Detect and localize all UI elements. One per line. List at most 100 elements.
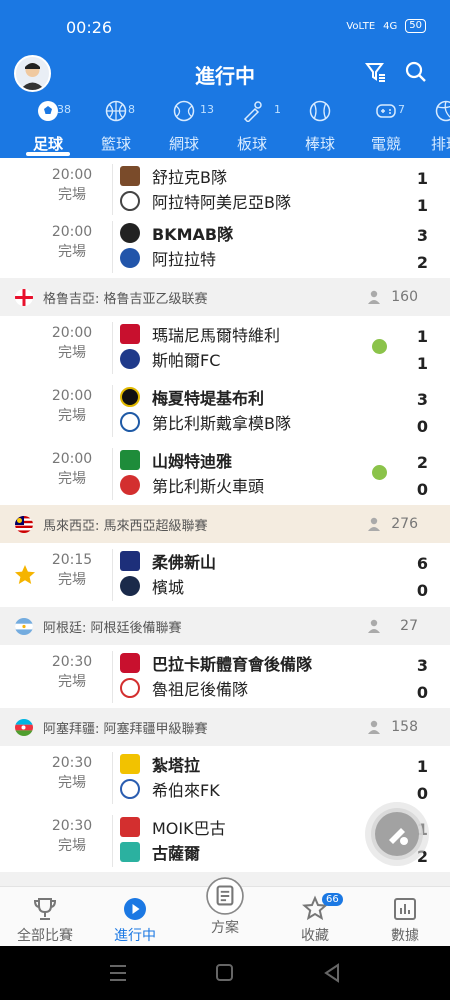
back-icon xyxy=(326,965,338,981)
match-row[interactable]: 20:00 完場 舒拉克B隊 阿拉特阿美尼亞B隊 1 1 xyxy=(0,158,450,222)
match-time: 20:00 xyxy=(48,165,96,185)
tab-esports[interactable]: 7 電競 xyxy=(352,100,420,154)
team-name: 斯帕爾FC xyxy=(152,347,220,371)
team-logo xyxy=(120,754,140,774)
tab-volleyball[interactable]: 排球 xyxy=(412,100,450,154)
divider xyxy=(112,651,113,703)
teams: 山姆特迪雅 第比利斯火車頭 xyxy=(120,442,380,498)
match-row[interactable]: 20:30 完場 紮塔拉 希伯來FK 1 0 xyxy=(0,746,450,810)
match-row[interactable]: 20:30 完場 巴拉卡斯體育會後備隊 魯祖尼後備隊 3 0 xyxy=(0,645,450,709)
georgia-flag-icon xyxy=(15,289,33,306)
nav-favorites[interactable]: 66 收藏 xyxy=(270,887,360,947)
home-score: 3 xyxy=(417,386,428,413)
home-team: MOIK巴古 xyxy=(120,813,380,840)
match-row[interactable]: 20:15 完場 柔佛新山 檳城 6 0 xyxy=(0,543,450,608)
league-name: 格鲁吉亞: 格鲁吉亚乙级联赛 xyxy=(43,288,208,307)
league-header[interactable]: 阿根廷: 阿根廷後備聯賽 27 xyxy=(0,607,450,645)
match-status: 完場 xyxy=(48,343,96,363)
league-header[interactable]: 馬來西亞: 馬來西亞超級聯賽 276 xyxy=(0,505,450,543)
away-team: 希伯來FK xyxy=(120,775,380,802)
nav-label: 進行中 xyxy=(90,925,180,945)
away-score: 2 xyxy=(417,249,428,276)
team-name: 柔佛新山 xyxy=(152,549,216,573)
match-row[interactable]: 20:00 完場 梅夏特堤基布利 第比利斯戴拿模B隊 3 0 xyxy=(0,379,450,443)
match-time: 20:00 xyxy=(48,222,96,242)
search-icon[interactable] xyxy=(404,60,428,84)
sport-tabs: 38 足球 8 籃球 13 網球 1 板球 棒球 7 電競 xyxy=(0,100,450,156)
team-name: 檳城 xyxy=(152,574,184,598)
team-name: BKMAB隊 xyxy=(152,221,233,245)
system-nav-bar xyxy=(0,946,450,1000)
favorite-star-icon[interactable] xyxy=(13,563,37,587)
home-score: 2 xyxy=(417,449,428,476)
home-team: 巴拉卡斯體育會後備隊 xyxy=(120,649,380,676)
scores: 1 1 xyxy=(417,165,428,219)
nav-plans[interactable]: 方案 xyxy=(180,887,270,947)
home-score: 6 xyxy=(417,550,428,577)
tab-football[interactable]: 38 足球 xyxy=(14,100,82,154)
team-logo xyxy=(120,551,140,571)
tab-label: 足球 xyxy=(14,133,82,154)
teams: 舒拉克B隊 阿拉特阿美尼亞B隊 xyxy=(120,158,380,214)
tab-label: 網球 xyxy=(150,133,218,154)
teams: 柔佛新山 檳城 xyxy=(120,543,380,599)
match-time-status: 20:00 完場 xyxy=(48,323,96,363)
tab-basketball[interactable]: 8 籃球 xyxy=(82,100,150,154)
match-time-status: 20:00 完場 xyxy=(48,449,96,489)
battery-icon: 50 xyxy=(405,19,426,33)
team-logo xyxy=(120,450,140,470)
filter-icon[interactable] xyxy=(364,60,388,84)
nav-label: 收藏 xyxy=(270,925,360,945)
match-list[interactable]: 20:00 完場 舒拉克B隊 阿拉特阿美尼亞B隊 1 1 20:00 完場 BK… xyxy=(0,158,450,886)
tab-cricket[interactable]: 1 板球 xyxy=(218,100,286,154)
league-header[interactable]: 格鲁吉亞: 格鲁吉亚乙级联赛 160 xyxy=(0,278,450,316)
tab-label: 籃球 xyxy=(82,133,150,154)
team-name: 瑪瑞尼馬爾特維利 xyxy=(152,322,280,346)
live-stats-icon[interactable] xyxy=(372,339,387,354)
tab-tennis[interactable]: 13 網球 xyxy=(150,100,218,154)
trophy-icon xyxy=(31,895,59,923)
team-logo xyxy=(120,324,140,344)
nav-all-matches[interactable]: 全部比賽 xyxy=(0,887,90,947)
home-team: 梅夏特堤基布利 xyxy=(120,383,380,410)
tab-label: 電競 xyxy=(352,133,420,154)
divider xyxy=(112,164,113,216)
match-row[interactable]: 20:00 完場 瑪瑞尼馬爾特維利 斯帕爾FC 1 1 xyxy=(0,316,450,380)
home-score: 1 xyxy=(417,165,428,192)
home-team: 山姆特迪雅 xyxy=(120,446,380,473)
volte-icon: VoLTE xyxy=(346,21,375,32)
home-score: 3 xyxy=(417,222,428,249)
team-name: 舒拉克B隊 xyxy=(152,164,227,188)
document-icon xyxy=(206,877,244,915)
match-row[interactable]: 20:00 完場 BKMAB隊 阿拉拉特 3 2 xyxy=(0,215,450,279)
floating-action-button[interactable] xyxy=(371,808,423,860)
away-team: 檳城 xyxy=(120,572,380,599)
divider xyxy=(112,549,113,601)
nav-data[interactable]: 數據 xyxy=(360,887,450,947)
person-icon xyxy=(366,516,382,532)
teams: 瑪瑞尼馬爾特維利 斯帕爾FC xyxy=(120,316,380,372)
home-icon xyxy=(217,965,232,980)
team-name: 第比利斯火車頭 xyxy=(152,473,264,497)
signal-icon: 4G xyxy=(383,21,397,32)
match-status: 完場 xyxy=(48,672,96,692)
tab-count: 38 xyxy=(57,103,71,116)
tab-baseball[interactable]: 棒球 xyxy=(286,100,354,154)
match-status: 完場 xyxy=(48,836,96,856)
league-header[interactable]: 阿塞拜疆: 阿塞拜疆甲級聯賽 158 xyxy=(0,708,450,746)
person-icon xyxy=(366,618,382,634)
person-icon xyxy=(366,289,382,305)
live-stats-icon[interactable] xyxy=(372,465,387,480)
away-score: 0 xyxy=(417,577,428,604)
match-time: 20:30 xyxy=(48,753,96,773)
gamepad-icon xyxy=(375,100,397,122)
tab-label: 排球 xyxy=(412,133,450,154)
nav-in-progress[interactable]: 進行中 xyxy=(90,887,180,947)
match-row[interactable]: 20:00 完場 山姆特迪雅 第比利斯火車頭 2 0 xyxy=(0,442,450,506)
azerbaijan-flag-icon xyxy=(15,719,33,736)
away-team: 第比利斯火車頭 xyxy=(120,471,380,498)
team-logo xyxy=(120,779,140,799)
team-name: MOIK巴古 xyxy=(152,815,226,839)
away-score: 0 xyxy=(417,413,428,440)
match-time-status: 20:30 完場 xyxy=(48,753,96,793)
